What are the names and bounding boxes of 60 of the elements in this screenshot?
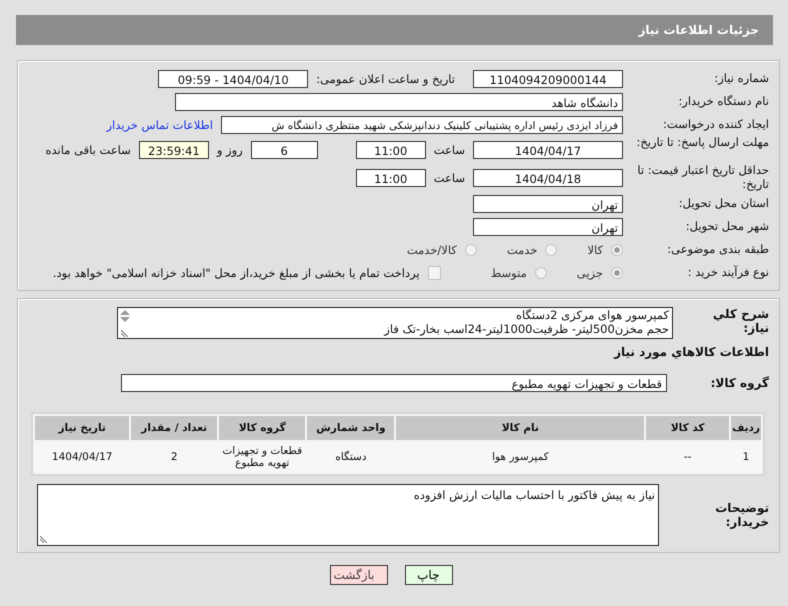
field-label: حداقل تاریخ اعتبار قیمت: تا تاریخ:	[636, 164, 770, 192]
checkbox[interactable]	[428, 266, 441, 280]
time-label: ساعت	[434, 143, 465, 157]
back-button[interactable]: بازگشت	[330, 565, 388, 585]
goods-group-field: قطعات و تجهیزات تهویه مطبوع	[121, 374, 667, 392]
radio-button[interactable]	[464, 244, 477, 256]
field-label: نوع فرآیند خرید :	[686, 266, 770, 280]
field-label: طبقه بندی موضوعی:	[666, 242, 770, 256]
radio-label: کالا	[587, 242, 603, 256]
field-label: شماره نیاز:	[713, 72, 770, 86]
days-field: 6	[250, 141, 318, 159]
field-label: ایجاد کننده درخواست:	[662, 118, 770, 132]
column-header: گروه کالا	[219, 416, 306, 440]
need-number-field: 1104094209000144	[473, 70, 623, 88]
column-header: واحد شمارش	[307, 416, 394, 440]
date-field: 1404/04/17	[473, 141, 623, 159]
description-line: کمپرسور هوای مرکزی 2دستگاه	[514, 308, 669, 322]
print-button[interactable]: چاپ	[404, 565, 452, 585]
column-header: کد کالا	[646, 416, 730, 440]
radio-label: جزیی	[576, 266, 603, 280]
column-header: ردیف	[731, 416, 761, 440]
province-field: تهران	[473, 194, 623, 212]
city-field: تهران	[473, 218, 623, 236]
remaining-time-field: 23:59:41	[138, 141, 209, 159]
days-label: روز و	[216, 143, 243, 157]
radio-label: کالا/خدمت	[406, 242, 457, 256]
checkbox-label: پرداخت تمام یا بخشی از مبلغ خرید،از محل "اسناد خزانه اسلامی" خواهد بود.	[52, 266, 420, 280]
column-header: تعداد / مقدار	[131, 416, 218, 440]
description-line: حجم مخزن500لیتر- ظرفیت1000لیتر-24اسب بخار-تک فاز	[382, 322, 669, 336]
time-field: 11:00	[356, 141, 426, 159]
resize-grip-icon[interactable]	[121, 329, 129, 337]
buyer-contact-link[interactable]: اطلاعات تماس خریدار	[106, 118, 213, 132]
date-field: 1404/04/18	[473, 169, 623, 187]
field-label: شهر محل تحویل:	[684, 220, 770, 234]
column-header: تاریخ نیاز	[35, 416, 130, 440]
field-label: تاریخ و ساعت اعلان عمومی:	[316, 72, 455, 86]
column-header: نام کالا	[396, 416, 644, 440]
creator-field: فرزاد ایزدی رئیس اداره پشتیبانی کلینیک دندانپزشکی شهید منتظری دانشگاه ش	[221, 116, 623, 134]
buyer-field: دانشگاه شاهد	[175, 92, 623, 110]
field-label: استان محل تحویل:	[678, 196, 770, 210]
field-label: شرح کلي نياز:	[712, 307, 770, 335]
radio-button[interactable]	[611, 244, 623, 256]
radio-label: خدمت	[506, 242, 538, 256]
time-label: ساعت	[434, 171, 465, 185]
time-field: 11:00	[356, 169, 426, 187]
page-title: جزئیات اطلاعات نیاز	[638, 23, 759, 37]
radio-button[interactable]	[534, 266, 547, 278]
announce-date-field: 1404/04/10 - 09:59	[158, 70, 308, 88]
field-label: توضیحات خریدار:	[714, 501, 770, 529]
radio-button[interactable]	[545, 244, 558, 256]
field-label: نام دستگاه خریدار:	[677, 94, 770, 108]
radio-label: متوسط	[490, 266, 527, 280]
buyer-notes-text: نیاز به پیش فاکتور با احتساب مالیات ارزش افزوده	[414, 488, 655, 502]
field-label: مهلت ارسال پاسخ: تا تاریخ:	[635, 136, 770, 151]
radio-button[interactable]	[611, 266, 623, 278]
resize-grip-icon[interactable]	[40, 535, 48, 543]
field-label: گروه کالا:	[710, 376, 770, 390]
section-title: اطلاعات کالاهاي مورد نياز	[612, 345, 770, 359]
scroll-arrows-icon[interactable]	[119, 309, 131, 323]
remaining-label: ساعت باقی مانده	[46, 143, 131, 157]
